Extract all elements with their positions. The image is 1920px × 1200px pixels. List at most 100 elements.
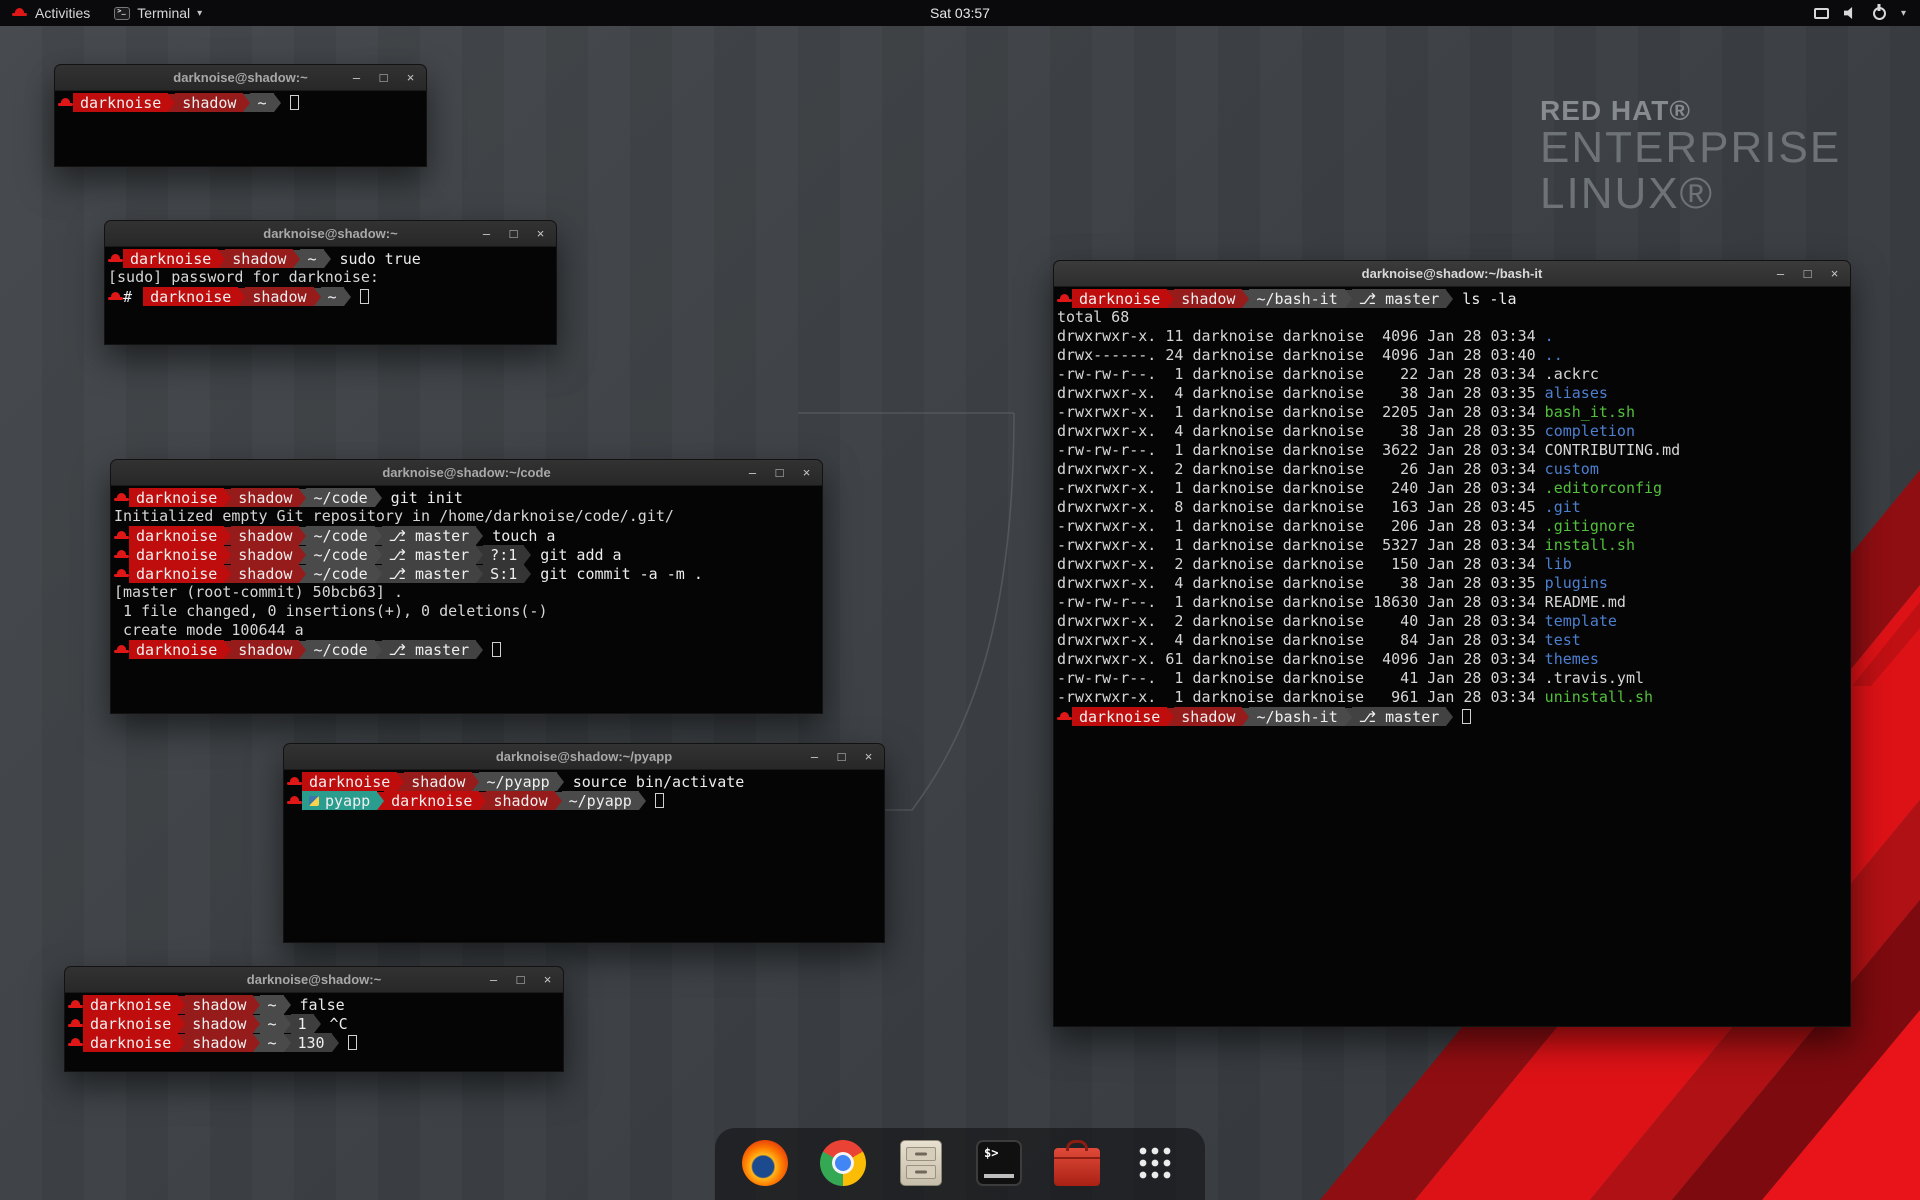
powerline-arrow [1167, 708, 1174, 726]
redhat-icon [114, 488, 129, 507]
maximize-button[interactable]: □ [513, 972, 528, 987]
terminal-output-line: -rw-rw-r--. 1 darknoise darknoise 3622 J… [1057, 441, 1850, 460]
powerline-arrow [299, 489, 306, 507]
files-icon[interactable] [897, 1139, 945, 1187]
close-button[interactable]: × [403, 70, 418, 85]
redhat-logo-icon [12, 5, 28, 21]
terminal-output-line: drwxrwxr-x. 4 darknoise darknoise 38 Jan… [1057, 384, 1850, 403]
ls-columns: drwxrwxr-x. 2 darknoise darknoise 26 Jan… [1057, 460, 1545, 478]
segment-text: darknoise [1079, 708, 1160, 726]
window-titlebar[interactable]: darknoise@shadow:~ – □ × [55, 65, 426, 91]
ls-columns: -rwxrwxr-x. 1 darknoise darknoise 2205 J… [1057, 403, 1545, 421]
window-titlebar[interactable]: darknoise@shadow:~/bash-it – □ × [1054, 261, 1850, 287]
maximize-button[interactable]: □ [1800, 266, 1815, 281]
terminal-prompt-line: pyappdarknoiseshadow~/pyapp [287, 791, 884, 810]
terminal-prompt-line: darknoiseshadow~/pyapp source bin/activa… [287, 772, 884, 791]
prompt-segment-user: darknoise [73, 93, 168, 112]
terminal-content[interactable]: darknoiseshadow~ sudo true[sudo] passwor… [105, 247, 556, 344]
power-icon [1873, 7, 1886, 20]
maximize-button[interactable]: □ [834, 749, 849, 764]
terminal-output-line: drwx------. 24 darknoise darknoise 4096 … [1057, 346, 1850, 365]
close-button[interactable]: × [540, 972, 555, 987]
prompt-segment-host: shadow [231, 640, 299, 659]
redhat-icon [58, 93, 73, 112]
file-name: install.sh [1545, 536, 1635, 554]
prompt-segment-user: darknoise [1072, 289, 1167, 308]
prompt-segment-host: shadow [175, 93, 243, 112]
prompt-segment-status: 130 [291, 1033, 332, 1052]
file-name: . [1545, 327, 1554, 345]
terminal-content[interactable]: darknoiseshadow~/bash-it⎇ master ls -lat… [1054, 287, 1850, 1026]
rhel-wordmark-line1: RED HAT® [1540, 96, 1841, 125]
minimize-button[interactable]: – [745, 465, 760, 480]
window-titlebar[interactable]: darknoise@shadow:~ – □ × [65, 967, 563, 993]
maximize-button[interactable]: □ [376, 70, 391, 85]
prompt-segment-path: ~/code [306, 564, 374, 583]
app-grid-icon[interactable] [1131, 1139, 1179, 1187]
terminal-icon[interactable] [975, 1139, 1023, 1187]
powerline-arrow [476, 527, 483, 545]
segment-text: shadow [1181, 708, 1235, 726]
segment-text: ⎇ master [1359, 290, 1440, 308]
prompt-segment-path: ~/code [306, 488, 374, 507]
prompt-segment-user: darknoise [129, 564, 224, 583]
minimize-button[interactable]: – [479, 226, 494, 241]
activities-button[interactable]: Activities [0, 0, 102, 26]
toolbox-icon[interactable] [1053, 1139, 1101, 1187]
ls-columns: drwxrwxr-x. 4 darknoise darknoise 38 Jan… [1057, 422, 1545, 440]
prompt-segment-gitstat: S:1 [483, 564, 524, 583]
file-name: completion [1545, 422, 1635, 440]
terminal-output-line: -rw-rw-r--. 1 darknoise darknoise 18630 … [1057, 593, 1850, 612]
terminal-cursor [290, 95, 299, 110]
terminal-cursor [655, 793, 664, 808]
terminal-content[interactable]: darknoiseshadow~/pyapp source bin/activa… [284, 770, 884, 942]
minimize-button[interactable]: – [807, 749, 822, 764]
segment-text: shadow [238, 527, 292, 545]
powerline-arrow [324, 250, 331, 268]
window-titlebar[interactable]: darknoise@shadow:~ – □ × [105, 221, 556, 247]
segment-text: shadow [238, 565, 292, 583]
terminal-window-code: darknoise@shadow:~/code – □ × darknoise s… [110, 459, 823, 714]
ls-columns: drwxrwxr-x. 2 darknoise darknoise 150 Ja… [1057, 555, 1545, 573]
ls-columns: -rw-rw-r--. 1 darknoise darknoise 41 Jan… [1057, 669, 1545, 687]
segment-text: darknoise [136, 641, 217, 659]
window-titlebar[interactable]: darknoise@shadow:~/pyapp – □ × [284, 744, 884, 770]
file-name: .. [1545, 346, 1563, 364]
powerline-arrow [377, 792, 384, 810]
minimize-button[interactable]: – [486, 972, 501, 987]
prompt-segment-git: ⎇ master [382, 640, 477, 659]
powerline-arrow [274, 94, 281, 112]
terminal-content[interactable]: darknoiseshadow~ [55, 91, 426, 166]
powerline-arrow [178, 996, 185, 1014]
maximize-button[interactable]: □ [506, 226, 521, 241]
chrome-icon[interactable] [819, 1139, 867, 1187]
terminal-content[interactable]: darknoiseshadow~ falsedarknoiseshadow~1 … [65, 993, 563, 1071]
minimize-button[interactable]: – [1773, 266, 1788, 281]
window-titlebar[interactable]: darknoise@shadow:~/code – □ × [111, 460, 822, 486]
root-prompt-symbol: # [123, 288, 143, 306]
minimize-button[interactable]: – [349, 70, 364, 85]
command-text: sudo true [331, 250, 421, 268]
prompt-segment-path: ~/bash-it [1249, 289, 1344, 308]
ls-columns: -rwxrwxr-x. 1 darknoise darknoise 961 Ja… [1057, 688, 1545, 706]
clock[interactable]: Sat 03:57 [930, 5, 990, 21]
powerline-arrow [557, 773, 564, 791]
segment-text: shadow [238, 641, 292, 659]
close-button[interactable]: × [861, 749, 876, 764]
segment-text: darknoise [309, 773, 390, 791]
terminal-content[interactable]: darknoiseshadow~/code git initInitialize… [111, 486, 822, 713]
window-title: darknoise@shadow:~/code [382, 465, 550, 480]
close-button[interactable]: × [533, 226, 548, 241]
rhel-wordmark-line2: ENTERPRISE [1540, 125, 1841, 171]
powerline-arrow [224, 641, 231, 659]
close-button[interactable]: × [799, 465, 814, 480]
prompt-segment-path: ~ [260, 1033, 283, 1052]
system-status-area[interactable]: ▾ [1814, 0, 1920, 26]
segment-text: pyapp [325, 792, 370, 810]
close-button[interactable]: × [1827, 266, 1842, 281]
maximize-button[interactable]: □ [772, 465, 787, 480]
segment-text: shadow [493, 792, 547, 810]
app-menu-terminal[interactable]: Terminal ▾ [102, 0, 214, 26]
firefox-icon[interactable] [741, 1139, 789, 1187]
powerline-arrow [284, 996, 291, 1014]
